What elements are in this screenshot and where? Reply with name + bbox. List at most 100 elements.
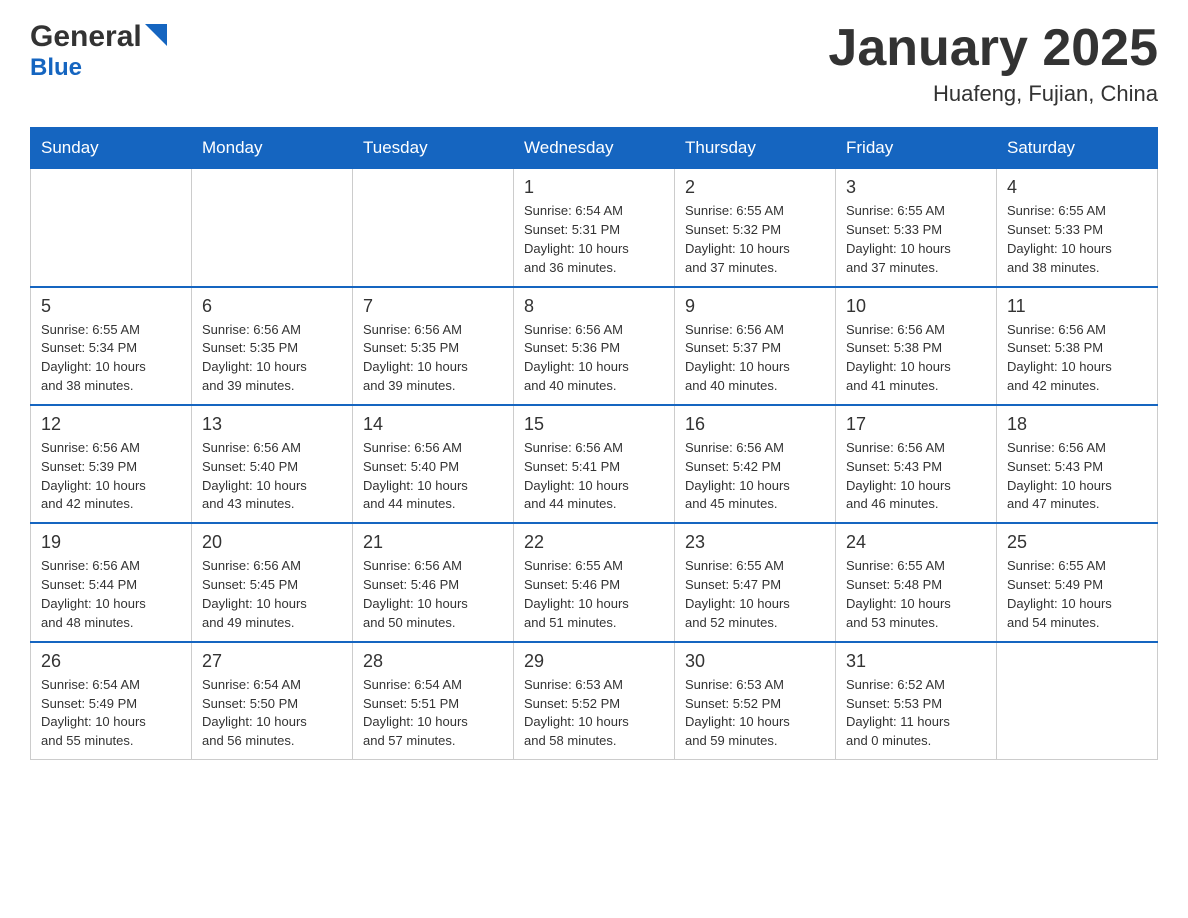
calendar-cell (31, 169, 192, 287)
day-number: 25 (1007, 532, 1147, 553)
calendar-cell: 1Sunrise: 6:54 AM Sunset: 5:31 PM Daylig… (514, 169, 675, 287)
calendar-cell: 29 Sunrise: 6:53 AM Sunset: 5:52 PM Dayli… (514, 642, 675, 760)
calendar-week-row: 5Sunrise: 6:55 AM Sunset: 5:34 PM Daylig… (31, 287, 1158, 405)
day-number: 9 (685, 296, 825, 317)
logo-blue-text: Blue (30, 54, 82, 82)
day-number: 27 (202, 651, 342, 672)
day-info: Sunrise: 6:54 AM Sunset: 5:51 PM Dayligh… (363, 676, 503, 751)
day-info: Sunrise: 6:55 AM Sunset: 5:47 PM Dayligh… (685, 557, 825, 632)
calendar-cell: 18Sunrise: 6:56 AM Sunset: 5:43 PM Dayli… (997, 405, 1158, 523)
calendar-week-row: 12 Sunrise: 6:56 AM Sunset: 5:39 PM Dayli… (31, 405, 1158, 523)
day-info: Sunrise: 6:56 AM Sunset: 5:42 PM Dayligh… (685, 439, 825, 514)
calendar-table: SundayMondayTuesdayWednesdayThursdayFrid… (30, 127, 1158, 760)
day-number: 29 (524, 651, 664, 672)
calendar-week-row: 1Sunrise: 6:54 AM Sunset: 5:31 PM Daylig… (31, 169, 1158, 287)
day-info: Sunrise: 6:55 AM Sunset: 5:48 PM Dayligh… (846, 557, 986, 632)
day-number: 11 (1007, 296, 1147, 317)
calendar-cell: 30Sunrise: 6:53 AM Sunset: 5:52 PM Dayli… (675, 642, 836, 760)
calendar-cell: 25 Sunrise: 6:55 AM Sunset: 5:49 PM Dayli… (997, 523, 1158, 641)
calendar-cell: 3 Sunrise: 6:55 AM Sunset: 5:33 PM Daylig… (836, 169, 997, 287)
day-number: 22 (524, 532, 664, 553)
logo-general-text: General (30, 20, 142, 54)
calendar-cell: 28 Sunrise: 6:54 AM Sunset: 5:51 PM Dayli… (353, 642, 514, 760)
calendar-cell: 7 Sunrise: 6:56 AM Sunset: 5:35 PM Daylig… (353, 287, 514, 405)
calendar-header: SundayMondayTuesdayWednesdayThursdayFrid… (31, 128, 1158, 169)
day-info: Sunrise: 6:56 AM Sunset: 5:41 PM Dayligh… (524, 439, 664, 514)
day-number: 2 (685, 177, 825, 198)
calendar-cell: 5Sunrise: 6:55 AM Sunset: 5:34 PM Daylig… (31, 287, 192, 405)
calendar-cell: 10Sunrise: 6:56 AM Sunset: 5:38 PM Dayli… (836, 287, 997, 405)
calendar-day-header: Saturday (997, 128, 1158, 169)
day-number: 20 (202, 532, 342, 553)
day-number: 10 (846, 296, 986, 317)
day-info: Sunrise: 6:53 AM Sunset: 5:52 PM Dayligh… (524, 676, 664, 751)
calendar-cell: 11 Sunrise: 6:56 AM Sunset: 5:38 PM Dayli… (997, 287, 1158, 405)
calendar-day-header: Wednesday (514, 128, 675, 169)
day-number: 8 (524, 296, 664, 317)
calendar-cell (353, 169, 514, 287)
day-number: 13 (202, 414, 342, 435)
calendar-week-row: 26 Sunrise: 6:54 AM Sunset: 5:49 PM Dayli… (31, 642, 1158, 760)
day-number: 15 (524, 414, 664, 435)
day-info: Sunrise: 6:56 AM Sunset: 5:36 PM Dayligh… (524, 321, 664, 396)
day-info: Sunrise: 6:56 AM Sunset: 5:40 PM Dayligh… (363, 439, 503, 514)
day-info: Sunrise: 6:55 AM Sunset: 5:46 PM Dayligh… (524, 557, 664, 632)
day-info: Sunrise: 6:52 AM Sunset: 5:53 PM Dayligh… (846, 676, 986, 751)
day-info: Sunrise: 6:54 AM Sunset: 5:31 PM Dayligh… (524, 202, 664, 277)
calendar-cell: 23 Sunrise: 6:55 AM Sunset: 5:47 PM Dayli… (675, 523, 836, 641)
day-number: 16 (685, 414, 825, 435)
logo: General Blue (30, 20, 167, 82)
calendar-cell: 2Sunrise: 6:55 AM Sunset: 5:32 PM Daylig… (675, 169, 836, 287)
calendar-cell: 9 Sunrise: 6:56 AM Sunset: 5:37 PM Daylig… (675, 287, 836, 405)
calendar-cell: 16 Sunrise: 6:56 AM Sunset: 5:42 PM Dayli… (675, 405, 836, 523)
day-info: Sunrise: 6:54 AM Sunset: 5:50 PM Dayligh… (202, 676, 342, 751)
title-block: January 2025 Huafeng, Fujian, China (828, 20, 1158, 107)
day-number: 12 (41, 414, 181, 435)
calendar-cell: 14 Sunrise: 6:56 AM Sunset: 5:40 PM Dayli… (353, 405, 514, 523)
calendar-cell: 27 Sunrise: 6:54 AM Sunset: 5:50 PM Dayli… (192, 642, 353, 760)
calendar-week-row: 19 Sunrise: 6:56 AM Sunset: 5:44 PM Dayli… (31, 523, 1158, 641)
calendar-cell: 8 Sunrise: 6:56 AM Sunset: 5:36 PM Daylig… (514, 287, 675, 405)
day-number: 26 (41, 651, 181, 672)
day-number: 6 (202, 296, 342, 317)
day-info: Sunrise: 6:56 AM Sunset: 5:39 PM Dayligh… (41, 439, 181, 514)
calendar-cell: 17 Sunrise: 6:56 AM Sunset: 5:43 PM Dayli… (836, 405, 997, 523)
day-info: Sunrise: 6:56 AM Sunset: 5:35 PM Dayligh… (363, 321, 503, 396)
day-number: 28 (363, 651, 503, 672)
calendar-cell: 20 Sunrise: 6:56 AM Sunset: 5:45 PM Dayli… (192, 523, 353, 641)
calendar-cell: 31Sunrise: 6:52 AM Sunset: 5:53 PM Dayli… (836, 642, 997, 760)
day-number: 19 (41, 532, 181, 553)
day-number: 18 (1007, 414, 1147, 435)
calendar-day-header: Sunday (31, 128, 192, 169)
day-info: Sunrise: 6:56 AM Sunset: 5:43 PM Dayligh… (846, 439, 986, 514)
day-info: Sunrise: 6:56 AM Sunset: 5:45 PM Dayligh… (202, 557, 342, 632)
page-title: January 2025 (828, 20, 1158, 77)
day-number: 7 (363, 296, 503, 317)
calendar-cell: 15 Sunrise: 6:56 AM Sunset: 5:41 PM Dayli… (514, 405, 675, 523)
calendar-cell: 24Sunrise: 6:55 AM Sunset: 5:48 PM Dayli… (836, 523, 997, 641)
day-number: 30 (685, 651, 825, 672)
day-info: Sunrise: 6:54 AM Sunset: 5:49 PM Dayligh… (41, 676, 181, 751)
header-row: SundayMondayTuesdayWednesdayThursdayFrid… (31, 128, 1158, 169)
calendar-cell: 21Sunrise: 6:56 AM Sunset: 5:46 PM Dayli… (353, 523, 514, 641)
day-number: 3 (846, 177, 986, 198)
day-number: 23 (685, 532, 825, 553)
page-subtitle: Huafeng, Fujian, China (828, 81, 1158, 107)
day-info: Sunrise: 6:56 AM Sunset: 5:44 PM Dayligh… (41, 557, 181, 632)
calendar-day-header: Tuesday (353, 128, 514, 169)
calendar-cell: 4 Sunrise: 6:55 AM Sunset: 5:33 PM Daylig… (997, 169, 1158, 287)
calendar-cell (997, 642, 1158, 760)
calendar-day-header: Monday (192, 128, 353, 169)
day-number: 14 (363, 414, 503, 435)
day-number: 4 (1007, 177, 1147, 198)
day-number: 17 (846, 414, 986, 435)
calendar-day-header: Thursday (675, 128, 836, 169)
day-number: 5 (41, 296, 181, 317)
day-info: Sunrise: 6:55 AM Sunset: 5:49 PM Dayligh… (1007, 557, 1147, 632)
day-info: Sunrise: 6:55 AM Sunset: 5:33 PM Dayligh… (846, 202, 986, 277)
day-info: Sunrise: 6:56 AM Sunset: 5:37 PM Dayligh… (685, 321, 825, 396)
calendar-cell: 22 Sunrise: 6:55 AM Sunset: 5:46 PM Dayli… (514, 523, 675, 641)
day-info: Sunrise: 6:56 AM Sunset: 5:38 PM Dayligh… (1007, 321, 1147, 396)
day-info: Sunrise: 6:55 AM Sunset: 5:33 PM Dayligh… (1007, 202, 1147, 277)
day-info: Sunrise: 6:56 AM Sunset: 5:35 PM Dayligh… (202, 321, 342, 396)
